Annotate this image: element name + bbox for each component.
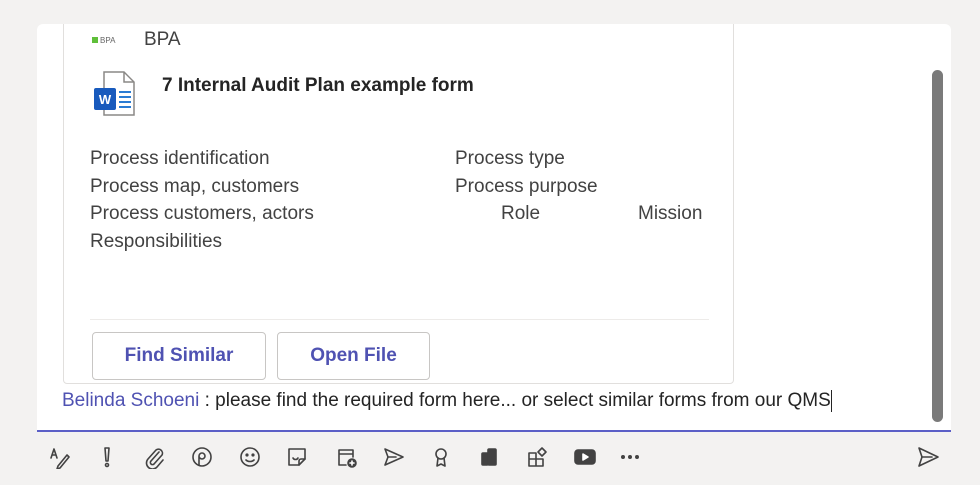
file-card: BPA BPA W 7 Internal Audit Plan example …: [63, 24, 734, 384]
message-text: : please find the required form here... …: [199, 390, 831, 412]
compose-toolbar: [0, 443, 980, 475]
document-header: W 7 Internal Audit Plan example form: [92, 71, 474, 117]
loop-icon[interactable]: [188, 443, 216, 471]
format-icon[interactable]: [46, 443, 74, 471]
field: Process identification: [90, 148, 270, 169]
scrollbar[interactable]: [932, 70, 943, 422]
schedule-meeting-icon[interactable]: [332, 443, 360, 471]
more-icon[interactable]: [616, 443, 644, 471]
field: Process type: [455, 148, 565, 169]
field: Mission: [638, 203, 703, 224]
sticker-icon[interactable]: [283, 443, 311, 471]
important-icon[interactable]: [93, 443, 121, 471]
svg-text:W: W: [99, 92, 112, 107]
app-icon[interactable]: [475, 443, 503, 471]
open-file-button[interactable]: Open File: [277, 332, 430, 380]
field: Process customers, actors: [90, 203, 314, 224]
find-similar-button[interactable]: Find Similar: [92, 332, 266, 380]
brand-name: BPA: [144, 29, 181, 50]
compose-box[interactable]: BPA BPA W 7 Internal Audit Plan example …: [37, 24, 951, 432]
bpa-logo-text: BPA: [100, 35, 116, 45]
praise-send-icon[interactable]: [380, 443, 408, 471]
praise-icon[interactable]: [427, 443, 455, 471]
apps-icon[interactable]: [523, 443, 551, 471]
field: Responsibilities: [90, 230, 223, 252]
field: Role: [501, 203, 541, 224]
text-caret: [830, 390, 832, 412]
bpa-logo: BPA: [92, 36, 130, 45]
attach-icon[interactable]: [140, 443, 168, 471]
document-title[interactable]: 7 Internal Audit Plan example form: [162, 75, 474, 97]
youtube-icon[interactable]: [571, 443, 599, 471]
emoji-icon[interactable]: [236, 443, 264, 471]
card-brand: BPA BPA: [92, 29, 181, 51]
send-icon[interactable]: [914, 443, 942, 471]
message-input[interactable]: Belinda Schoeni : please find the requir…: [62, 390, 832, 412]
field: Process map, customers: [90, 175, 300, 197]
mention[interactable]: Belinda Schoeni: [62, 390, 199, 411]
word-document-icon: W: [94, 71, 135, 116]
card-divider: [90, 319, 709, 320]
field: Process purpose: [455, 175, 598, 197]
